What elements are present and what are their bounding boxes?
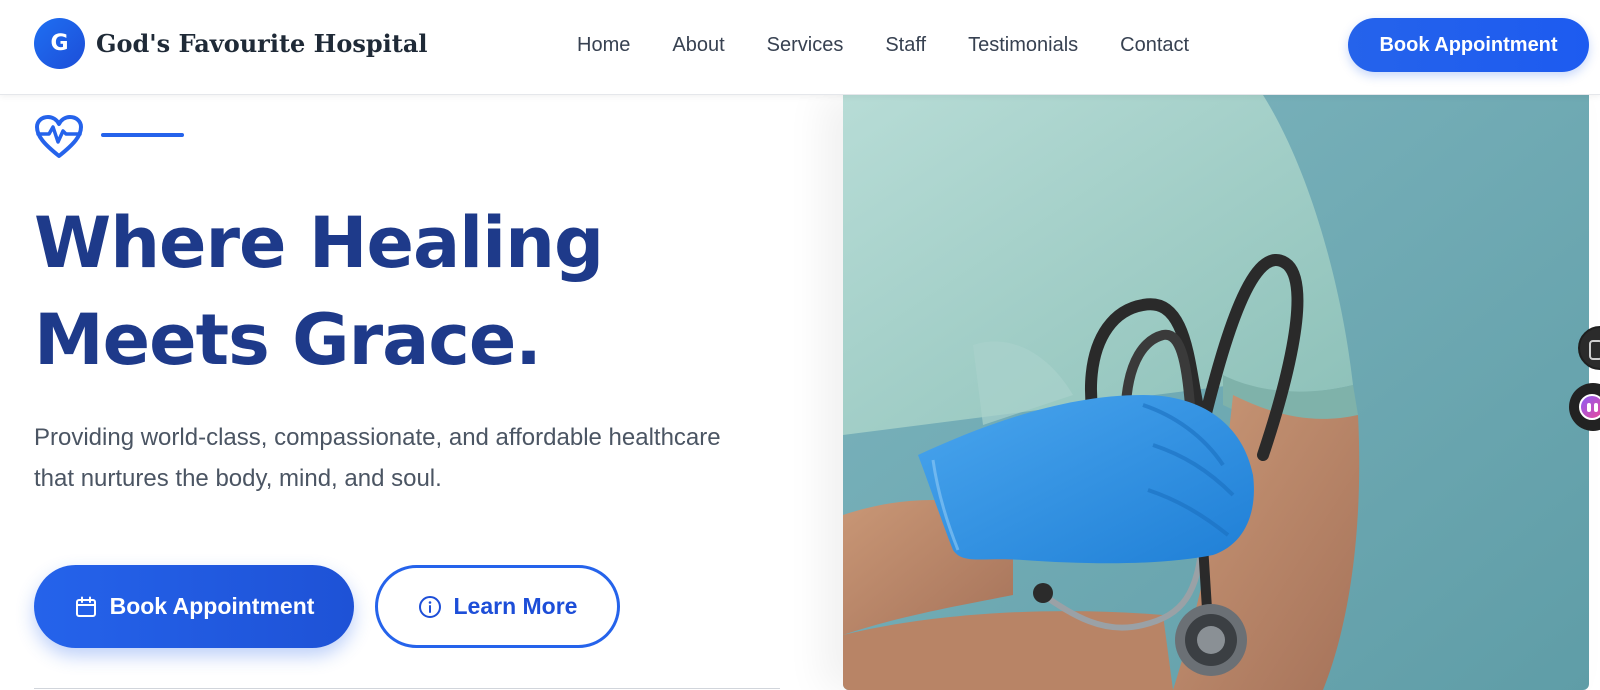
site-header: G God's Favourite Hospital Home About Se…: [0, 0, 1600, 95]
doctor-illustration: [843, 95, 1589, 690]
accent-line: [101, 133, 184, 137]
hero-book-appointment-button[interactable]: Book Appointment: [34, 565, 354, 648]
hero-title-line-1: Where Healing: [34, 202, 604, 284]
hero-title: Where Healing Meets Grace.: [34, 195, 794, 389]
info-icon: [418, 595, 441, 618]
brand-logo[interactable]: G God's Favourite Hospital: [34, 18, 428, 69]
nav-about[interactable]: About: [672, 31, 724, 59]
brand-name: God's Favourite Hospital: [96, 29, 428, 58]
nav-services[interactable]: Services: [767, 31, 844, 59]
nav-home[interactable]: Home: [577, 31, 630, 59]
hero-content: Where Healing Meets Grace. Providing wor…: [34, 95, 814, 690]
heart-pulse-icon: [35, 115, 83, 158]
main-nav: Home About Services Staff Testimonials C…: [577, 31, 1189, 59]
hero-divider: [34, 688, 780, 689]
nav-testimonials[interactable]: Testimonials: [968, 31, 1078, 59]
assistant-face-icon: [1579, 394, 1600, 420]
header-book-appointment-button[interactable]: Book Appointment: [1348, 18, 1589, 72]
hero-subtitle-line-1: Providing world-class, compassionate, an…: [34, 424, 721, 451]
hero-subtitle: Providing world-class, compassionate, an…: [34, 417, 794, 499]
hero-subtitle-line-2: that nurtures the body, mind, and soul.: [34, 465, 442, 492]
hero-learn-more-label: Learn More: [453, 593, 578, 619]
hero-image-doctor-with-stethoscope: [843, 95, 1589, 690]
nav-contact[interactable]: Contact: [1120, 31, 1189, 59]
calendar-icon: [75, 596, 96, 617]
hero-book-appointment-label: Book Appointment: [109, 593, 315, 619]
hero-title-line-2: Meets Grace.: [34, 299, 542, 381]
nav-staff[interactable]: Staff: [885, 31, 926, 59]
logo-badge: G: [34, 18, 85, 69]
hero-learn-more-button[interactable]: Learn More: [375, 565, 620, 648]
